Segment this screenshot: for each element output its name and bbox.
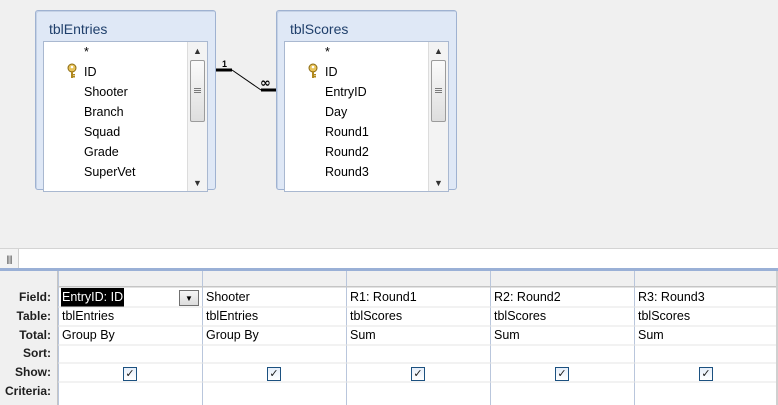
table-title[interactable]: tblScores (290, 21, 348, 37)
scroll-thumb[interactable] (431, 60, 446, 122)
scroll-thumb[interactable] (190, 60, 205, 122)
field-item-entryid[interactable]: EntryID (325, 82, 367, 102)
scroll-down-arrow-icon[interactable]: ▼ (188, 174, 207, 191)
row-label-total: Total: (19, 328, 51, 342)
grid-row-labels: Field: Table: Total: Sort: Show: Criteri… (0, 271, 58, 405)
field-list-scrollbar[interactable]: ▲ ▼ (187, 42, 207, 191)
table-cell[interactable]: tblScores (638, 307, 690, 326)
table-cell[interactable]: tblEntries (206, 307, 258, 326)
scroll-up-arrow-icon[interactable]: ▲ (188, 42, 207, 59)
field-cell[interactable]: EntryID: ID (61, 288, 125, 307)
row-label-criteria: Criteria: (4, 384, 51, 398)
query-design-grid: Field: Table: Total: Sort: Show: Criteri… (0, 271, 778, 405)
field-item-id[interactable]: ID (84, 62, 97, 82)
grid-column[interactable]: EntryID: ID ▼ tblEntries Group By ✓ (58, 271, 203, 405)
field-list-scrollbar[interactable]: ▲ ▼ (428, 42, 448, 191)
field-item-round1[interactable]: Round1 (325, 122, 369, 142)
total-cell[interactable]: Sum (638, 326, 664, 345)
relationship-join-line[interactable]: 1 ∞ (214, 60, 277, 100)
row-label-table: Table: (16, 309, 51, 323)
column-selector[interactable] (490, 271, 635, 287)
field-list[interactable]: * ID Shooter Branch Squad Grade SuperVet… (43, 41, 208, 192)
column-selector[interactable] (58, 271, 203, 287)
field-cell[interactable]: Shooter (206, 288, 250, 307)
field-item-id[interactable]: ID (325, 62, 338, 82)
field-item-round2[interactable]: Round2 (325, 142, 369, 162)
table-cell[interactable]: tblEntries (62, 307, 114, 326)
scroll-down-arrow-icon[interactable]: ▼ (429, 174, 448, 191)
field-item-round3[interactable]: Round3 (325, 162, 369, 182)
field-cell[interactable]: R3: Round3 (638, 288, 705, 307)
grid-column[interactable]: Shooter tblEntries Group By ✓ (202, 271, 347, 405)
field-item-all[interactable]: * (84, 42, 89, 62)
show-checkbox[interactable]: ✓ (411, 367, 425, 381)
join-many-label: ∞ (260, 76, 271, 91)
primary-key-icon (308, 63, 318, 78)
field-item-squad[interactable]: Squad (84, 122, 120, 142)
grid-column[interactable]: R2: Round2 tblScores Sum ✓ (490, 271, 635, 405)
table-title[interactable]: tblEntries (49, 21, 107, 37)
column-selector[interactable] (634, 271, 778, 287)
total-cell[interactable]: Sum (350, 326, 376, 345)
field-item-all[interactable]: * (325, 42, 330, 62)
primary-key-icon (67, 63, 77, 78)
show-checkbox[interactable]: ✓ (123, 367, 137, 381)
splitter-grip-icon[interactable]: |||| (0, 249, 19, 269)
row-label-field: Field: (19, 290, 51, 304)
field-cell[interactable]: R2: Round2 (494, 288, 561, 307)
field-item-shooter[interactable]: Shooter (84, 82, 128, 102)
column-selector[interactable] (346, 271, 491, 287)
query-relationship-pane: 1 ∞ tblEntries * ID Shooter Branch Squad… (0, 0, 778, 248)
field-item-grade[interactable]: Grade (84, 142, 119, 162)
table-cell[interactable]: tblScores (494, 307, 546, 326)
field-list[interactable]: * ID EntryID Day Round1 Round2 Round3 ▲ (284, 41, 449, 192)
field-item-day[interactable]: Day (325, 102, 347, 122)
join-one-label: 1 (222, 60, 227, 69)
column-selector[interactable] (202, 271, 347, 287)
pane-splitter-scrollbar[interactable]: |||| (0, 248, 778, 270)
table-box-tblscores[interactable]: tblScores * ID EntryID Day Round1 Round2… (276, 10, 457, 192)
total-cell[interactable]: Group By (206, 326, 259, 345)
row-label-show: Show: (15, 365, 51, 379)
grid-column[interactable]: R1: Round1 tblScores Sum ✓ (346, 271, 491, 405)
scroll-up-arrow-icon[interactable]: ▲ (429, 42, 448, 59)
show-checkbox[interactable]: ✓ (555, 367, 569, 381)
total-cell[interactable]: Group By (62, 326, 115, 345)
show-checkbox[interactable]: ✓ (267, 367, 281, 381)
field-dropdown-chevron-down-icon[interactable]: ▼ (179, 290, 199, 306)
total-cell[interactable]: Sum (494, 326, 520, 345)
table-box-tblentries[interactable]: tblEntries * ID Shooter Branch Squad Gra… (35, 10, 216, 192)
field-item-branch[interactable]: Branch (84, 102, 124, 122)
field-item-supervet[interactable]: SuperVet (84, 162, 135, 182)
show-checkbox[interactable]: ✓ (699, 367, 713, 381)
table-cell[interactable]: tblScores (350, 307, 402, 326)
grid-column[interactable]: R3: Round3 tblScores Sum ✓ (634, 271, 778, 405)
field-cell[interactable]: R1: Round1 (350, 288, 417, 307)
row-label-sort: Sort: (23, 346, 51, 360)
